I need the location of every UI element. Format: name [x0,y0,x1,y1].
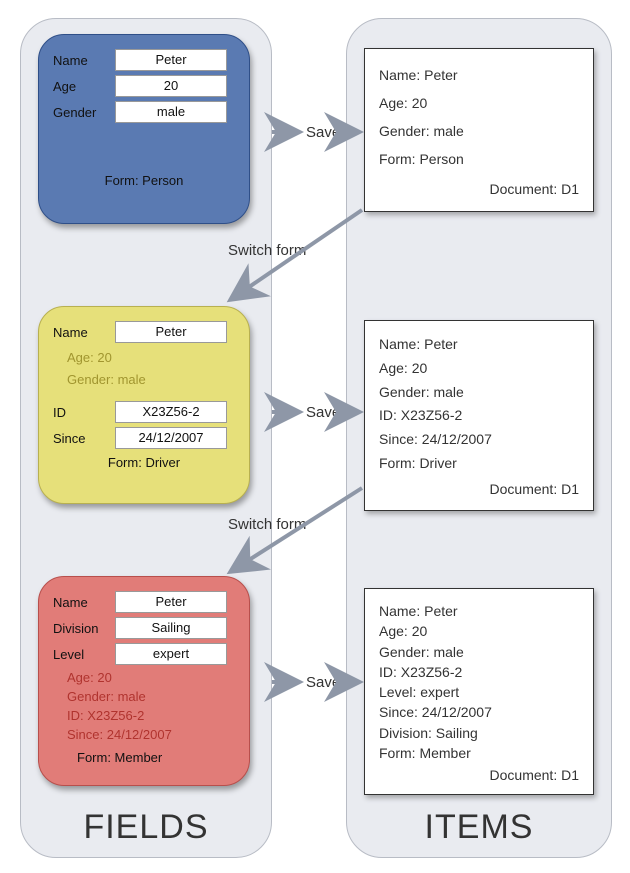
item-line: Since: 24/12/2007 [379,428,579,452]
inherited-age: Age: 20 [67,347,235,369]
label-name: Name [53,325,115,340]
form-card-member: Name Peter Division Sailing Level expert… [38,576,250,786]
diagram: FIELDS ITEMS Name Peter Age 20 Gender ma… [10,10,620,860]
document-label: Document: D1 [379,765,579,785]
document-label: Document: D1 [379,175,579,203]
form-tag-member: Form: Member [77,750,235,765]
item-line: Division: Sailing [379,723,579,743]
label-name: Name [53,53,115,68]
item-line: Level: expert [379,682,579,702]
form-tag-person: Form: Person [53,173,235,188]
form-card-person: Name Peter Age 20 Gender male Form: Pers… [38,34,250,224]
label-level: Level [53,647,115,662]
item-line: ID: X23Z56-2 [379,404,579,428]
input-level[interactable]: expert [115,643,227,665]
inherited-gender: Gender: male [67,688,235,707]
label-age: Age [53,79,115,94]
label-since: Since [53,431,115,446]
input-gender[interactable]: male [115,101,227,123]
input-since[interactable]: 24/12/2007 [115,427,227,449]
fields-title: FIELDS [21,808,271,847]
label-division: Division [53,621,115,636]
form-card-driver: Name Peter Age: 20 Gender: male ID X23Z5… [38,306,250,504]
label-name: Name [53,595,115,610]
inherited-gender: Gender: male [67,369,235,391]
label-id: ID [53,405,115,420]
save-label-3: Save [306,674,340,691]
input-name[interactable]: Peter [115,321,227,343]
item-box-d3: Name: Peter Age: 20 Gender: male ID: X23… [364,588,594,795]
item-line: Gender: male [379,381,579,405]
label-gender: Gender [53,105,115,120]
inherited-age: Age: 20 [67,669,235,688]
item-box-d2: Name: Peter Age: 20 Gender: male ID: X23… [364,320,594,511]
item-line: Since: 24/12/2007 [379,702,579,722]
input-id[interactable]: X23Z56-2 [115,401,227,423]
save-label-2: Save [306,404,340,421]
item-line: Name: Peter [379,601,579,621]
item-box-d1: Name: Peter Age: 20 Gender: male Form: P… [364,48,594,212]
input-age[interactable]: 20 [115,75,227,97]
form-tag-driver: Form: Driver [53,455,235,470]
item-line: Gender: male [379,642,579,662]
inherited-since: Since: 24/12/2007 [67,726,235,745]
item-line: ID: X23Z56-2 [379,662,579,682]
inherited-id: ID: X23Z56-2 [67,707,235,726]
item-line: Age: 20 [379,357,579,381]
item-line: Form: Driver [379,452,579,476]
input-division[interactable]: Sailing [115,617,227,639]
item-line: Age: 20 [379,621,579,641]
switch-label-2: Switch form [228,516,306,533]
item-line: Form: Person [379,145,579,173]
document-label: Document: D1 [379,478,579,502]
input-name[interactable]: Peter [115,49,227,71]
item-line: Gender: male [379,117,579,145]
item-line: Age: 20 [379,89,579,117]
item-line: Name: Peter [379,333,579,357]
save-label-1: Save [306,124,340,141]
switch-label-1: Switch form [228,242,306,259]
input-name[interactable]: Peter [115,591,227,613]
item-line: Form: Member [379,743,579,763]
item-line: Name: Peter [379,61,579,89]
items-title: ITEMS [347,808,611,847]
